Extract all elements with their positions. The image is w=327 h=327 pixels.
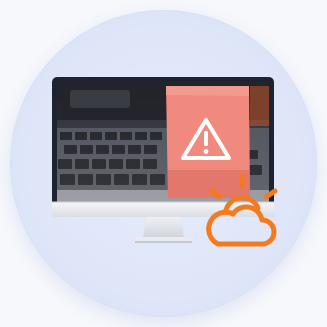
illustration-stage bbox=[0, 0, 327, 327]
monitor-stand bbox=[135, 217, 192, 243]
illustration-scene bbox=[52, 77, 278, 247]
warning-note bbox=[166, 86, 250, 198]
screen-photo bbox=[57, 82, 269, 202]
